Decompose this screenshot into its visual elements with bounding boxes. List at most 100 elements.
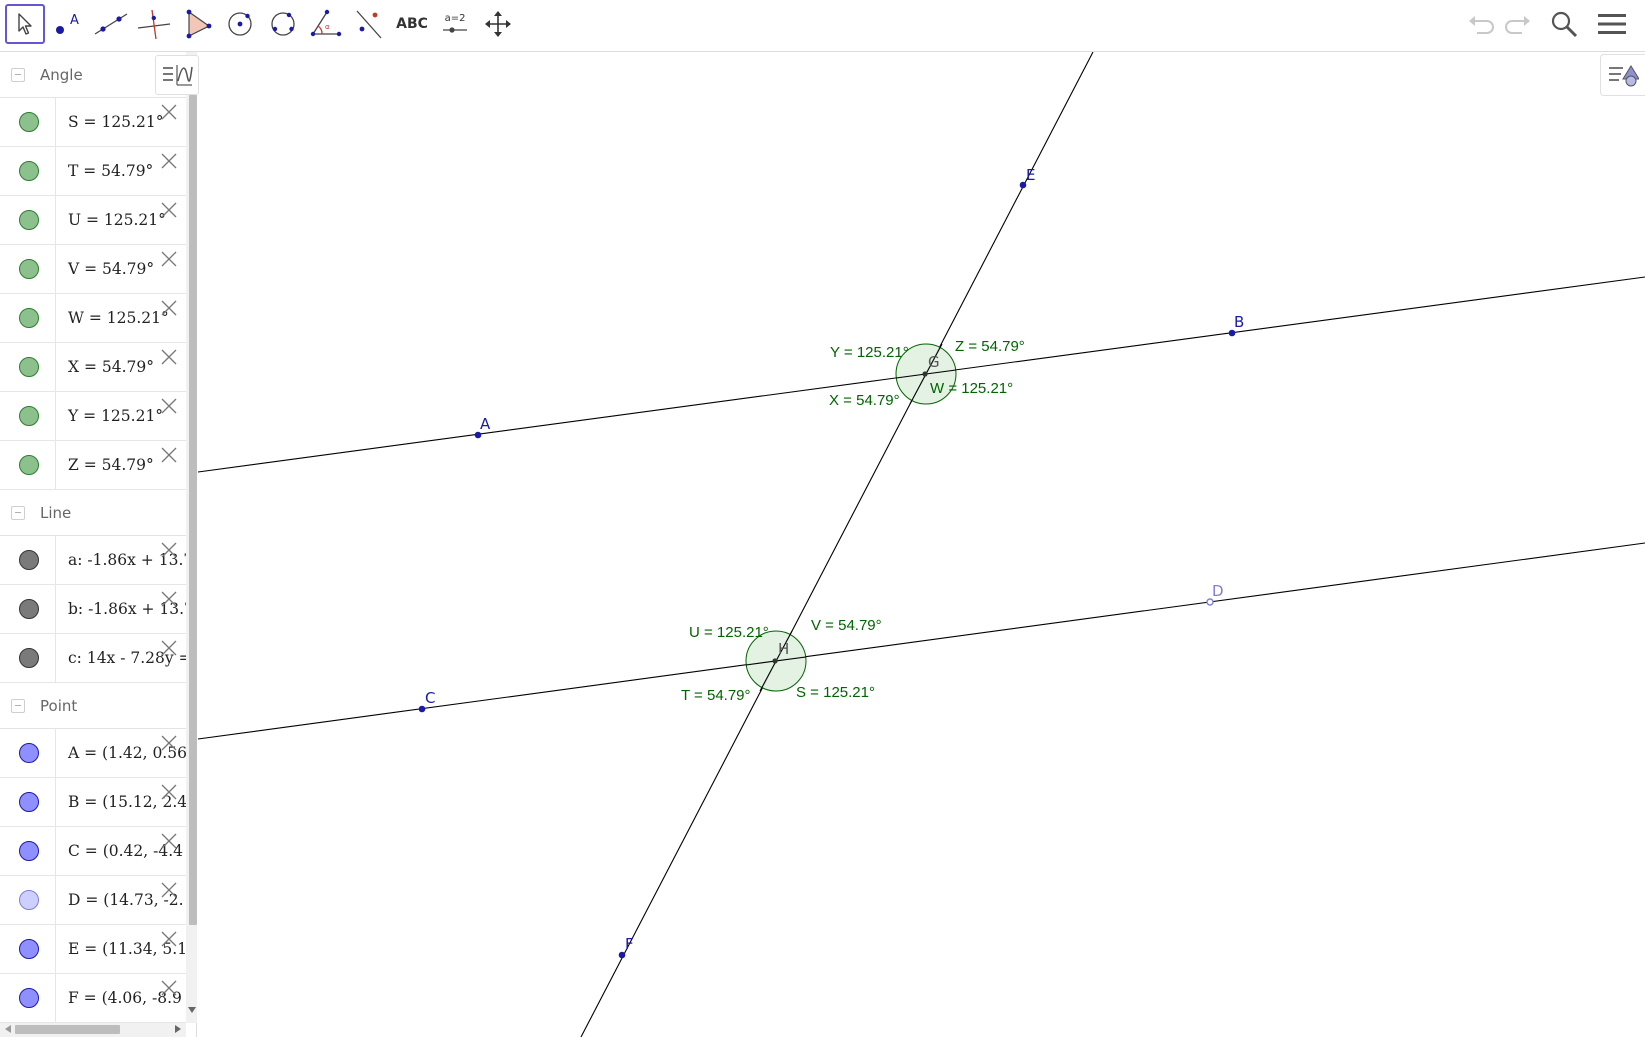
visibility-toggle-icon[interactable]: [19, 112, 39, 132]
angle-label-z[interactable]: Z = 54.79°: [955, 338, 1025, 355]
visibility-toggle-icon[interactable]: [19, 648, 39, 668]
visibility-toggle-icon[interactable]: [19, 792, 39, 812]
collapse-icon[interactable]: [11, 698, 25, 713]
marble-cell: [0, 827, 56, 875]
polygon-icon: [186, 9, 212, 39]
graphics-style-bar-button[interactable]: [1600, 54, 1645, 96]
delete-icon[interactable]: [161, 980, 177, 996]
angle-label-u[interactable]: U = 125.21°: [689, 624, 769, 641]
slider-tool[interactable]: a=2: [435, 4, 475, 44]
line-tool[interactable]: [91, 4, 131, 44]
algebra-row-point-a[interactable]: A = (1.42, 0.56: [0, 729, 186, 778]
visibility-toggle-icon[interactable]: [19, 406, 39, 426]
visibility-toggle-icon[interactable]: [19, 890, 39, 910]
graphics-view[interactable]: A B C D E F G H Y = 125.21° Z = 54.79° X…: [198, 52, 1645, 1037]
algebra-row-angle-s[interactable]: S = 125.21°: [0, 98, 186, 147]
visibility-toggle-icon[interactable]: [19, 308, 39, 328]
move-tool[interactable]: [5, 4, 45, 44]
collapse-icon[interactable]: [11, 67, 25, 82]
redo-button[interactable]: [1500, 6, 1536, 42]
visibility-toggle-icon[interactable]: [19, 455, 39, 475]
algebra-row-line-b[interactable]: b: -1.86x + 13.7: [0, 585, 186, 634]
delete-icon[interactable]: [161, 882, 177, 898]
text-tool[interactable]: ABC: [392, 4, 432, 44]
delete-icon[interactable]: [161, 349, 177, 365]
algebra-row-point-e[interactable]: E = (11.34, 5.1: [0, 925, 186, 974]
algebra-row-point-b[interactable]: B = (15.12, 2.4: [0, 778, 186, 827]
visibility-toggle-icon[interactable]: [19, 841, 39, 861]
visibility-toggle-icon[interactable]: [19, 988, 39, 1008]
search-button[interactable]: [1546, 6, 1582, 42]
algebra-row-angle-t[interactable]: T = 54.79°: [0, 147, 186, 196]
line-c[interactable]: [580, 52, 1094, 1037]
angle-label-y[interactable]: Y = 125.21°: [830, 344, 909, 361]
visibility-toggle-icon[interactable]: [19, 599, 39, 619]
group-header-point[interactable]: Point: [0, 683, 186, 729]
delete-icon[interactable]: [161, 833, 177, 849]
delete-icon[interactable]: [161, 931, 177, 947]
scroll-down-arrow-icon[interactable]: [188, 1007, 196, 1013]
delete-icon[interactable]: [161, 153, 177, 169]
visibility-toggle-icon[interactable]: [19, 357, 39, 377]
marble-cell: [0, 392, 56, 440]
slider-tool-label: a=2: [445, 13, 466, 24]
menu-button[interactable]: [1594, 6, 1630, 42]
algebra-row-angle-z[interactable]: Z = 54.79°: [0, 441, 186, 490]
delete-icon[interactable]: [161, 398, 177, 414]
marble-cell: [0, 441, 56, 489]
algebra-row-line-a[interactable]: a: -1.86x + 13.7: [0, 536, 186, 585]
angle-label-t[interactable]: T = 54.79°: [681, 687, 751, 704]
delete-icon[interactable]: [161, 542, 177, 558]
delete-icon[interactable]: [161, 735, 177, 751]
visibility-toggle-icon[interactable]: [19, 550, 39, 570]
angle-label-v[interactable]: V = 54.79°: [811, 617, 882, 634]
geometry-canvas[interactable]: A B C D E F G H Y = 125.21° Z = 54.79° X…: [198, 52, 1645, 1037]
delete-icon[interactable]: [161, 300, 177, 316]
undo-button[interactable]: [1463, 6, 1499, 42]
algebra-row-angle-u[interactable]: U = 125.21°: [0, 196, 186, 245]
scroll-left-arrow-icon[interactable]: [5, 1025, 11, 1033]
angle-tool[interactable]: α: [306, 4, 346, 44]
perpendicular-line-tool[interactable]: [134, 4, 174, 44]
angle-label-w[interactable]: W = 125.21°: [930, 380, 1013, 397]
delete-icon[interactable]: [161, 640, 177, 656]
reflect-about-line-tool[interactable]: [349, 4, 389, 44]
circle-three-points-icon: [271, 12, 295, 36]
algebra-row-angle-v[interactable]: V = 54.79°: [0, 245, 186, 294]
algebra-row-point-f[interactable]: F = (4.06, -8.9: [0, 974, 186, 1023]
algebra-row-point-d[interactable]: D = (14.73, -2.: [0, 876, 186, 925]
circle-three-points-tool[interactable]: [263, 4, 303, 44]
point-tool[interactable]: A: [48, 4, 88, 44]
visibility-toggle-icon[interactable]: [19, 939, 39, 959]
algebra-style-bar-button[interactable]: [155, 55, 199, 95]
line-icon: [94, 13, 128, 35]
algebra-row-line-c[interactable]: c: 14x - 7.28y =: [0, 634, 186, 683]
delete-icon[interactable]: [161, 591, 177, 607]
algebra-row-angle-y[interactable]: Y = 125.21°: [0, 392, 186, 441]
point-h[interactable]: [772, 658, 778, 664]
group-header-line[interactable]: Line: [0, 490, 186, 536]
algebra-row-angle-w[interactable]: W = 125.21°: [0, 294, 186, 343]
polygon-tool[interactable]: [177, 4, 217, 44]
delete-icon[interactable]: [161, 784, 177, 800]
visibility-toggle-icon[interactable]: [19, 210, 39, 230]
delete-icon[interactable]: [161, 447, 177, 463]
delete-icon[interactable]: [161, 251, 177, 267]
angle-label-x[interactable]: X = 54.79°: [829, 392, 900, 409]
circle-center-point-tool[interactable]: [220, 4, 260, 44]
angle-label-s[interactable]: S = 125.21°: [796, 684, 875, 701]
move-graphics-view-tool[interactable]: [478, 4, 518, 44]
algebra-vertical-scroll-thumb[interactable]: [189, 95, 197, 925]
algebra-row-point-c[interactable]: C = (0.42, -4.4: [0, 827, 186, 876]
visibility-toggle-icon[interactable]: [19, 259, 39, 279]
scroll-right-arrow-icon[interactable]: [175, 1025, 181, 1033]
visibility-toggle-icon[interactable]: [19, 743, 39, 763]
point-g[interactable]: [922, 371, 928, 377]
line-b[interactable]: [198, 542, 1645, 740]
delete-icon[interactable]: [161, 202, 177, 218]
collapse-icon[interactable]: [11, 505, 25, 520]
algebra-horizontal-scroll-thumb[interactable]: [15, 1025, 120, 1034]
delete-icon[interactable]: [161, 104, 177, 120]
algebra-row-angle-x[interactable]: X = 54.79°: [0, 343, 186, 392]
visibility-toggle-icon[interactable]: [19, 161, 39, 181]
